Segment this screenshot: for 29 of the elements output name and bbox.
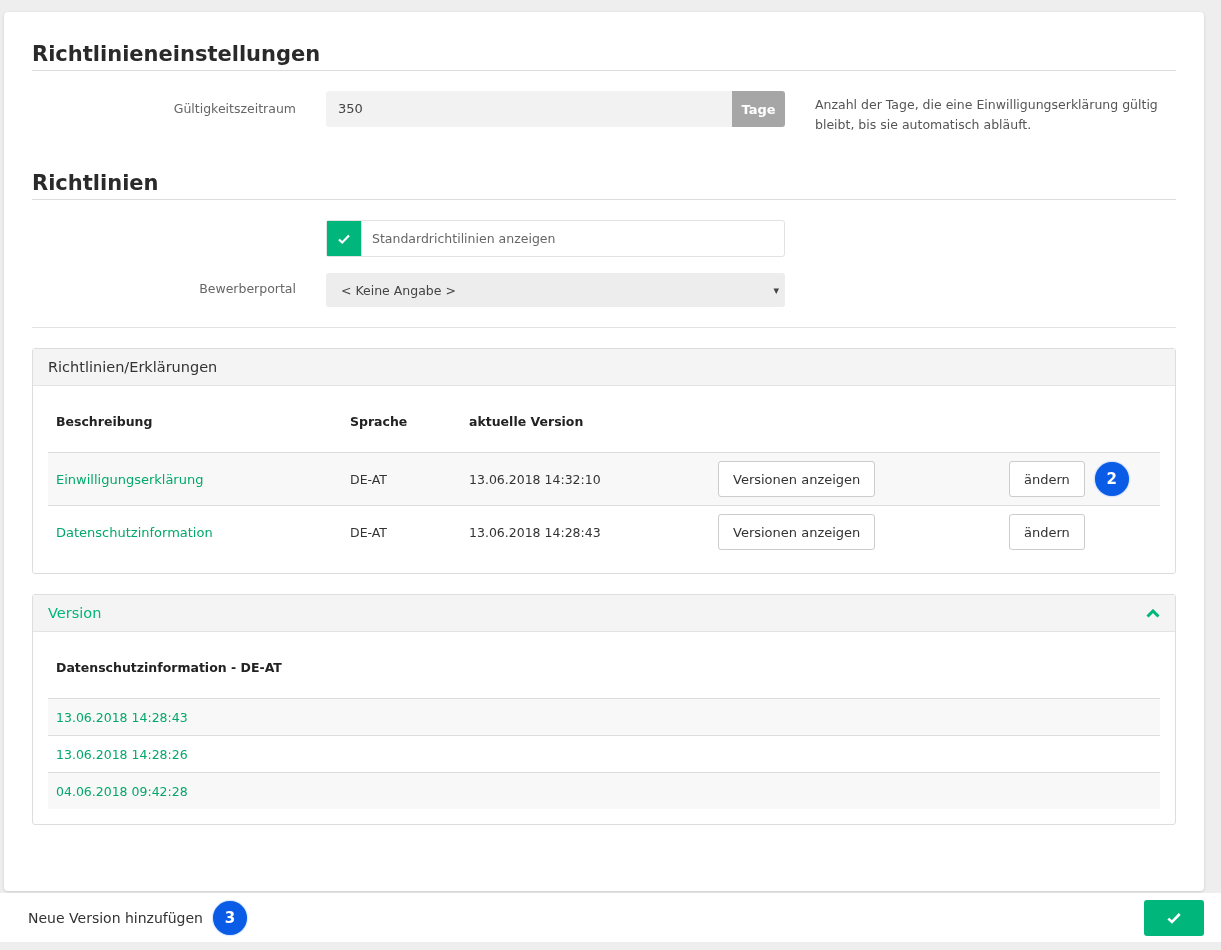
help-text: Anzahl der Tage, die eine Einwilligungserklärung gültig bleibt, bis sie automatisch abläuft.: [815, 96, 1159, 134]
unit-addon: Tage: [732, 91, 785, 127]
confirm-button[interactable]: [1144, 899, 1204, 936]
field-label: Gültigkeitszeitraum: [172, 100, 296, 116]
add-version-label[interactable]: Neue Version hinzufügen: [28, 909, 203, 926]
checkbox-field[interactable]: Standardrichtilinien anzeigen: [326, 220, 785, 257]
section-title: Richtlinieneinstellungen: [32, 42, 1176, 71]
step-badge: 2: [1094, 462, 1129, 496]
select-field[interactable]: < Keine Angabe > ▾: [326, 273, 785, 307]
caret-icon: ▾: [773, 283, 779, 297]
column-header: aktuelle Version: [468, 413, 585, 431]
column-header: Sprache: [349, 413, 409, 431]
table-cell: 13.06.2018 14:32:10: [469, 471, 601, 487]
edit-button[interactable]: ändern: [1009, 461, 1085, 497]
section-title: Richtlinien: [32, 171, 1176, 200]
show-versions-button[interactable]: Versionen anzeigen: [718, 514, 876, 550]
chevron-up-icon[interactable]: [1146, 608, 1160, 618]
show-versions-button[interactable]: Versionen anzeigen: [718, 461, 876, 497]
panel-title: Richtlinien/Erklärungen: [48, 359, 218, 375]
table-cell: DE-AT: [350, 471, 387, 487]
table-cell: DE-AT: [350, 524, 387, 540]
table-cell: 13.06.2018 14:28:43: [469, 524, 601, 540]
input-field[interactable]: 350: [326, 91, 732, 127]
step-badge: 3: [213, 900, 247, 935]
edit-button[interactable]: ändern: [1009, 514, 1085, 550]
version-heading: Datenschutzinformation - DE-AT: [55, 659, 283, 677]
checkbox[interactable]: [327, 221, 362, 256]
column-header: Beschreibung: [55, 413, 154, 431]
field-label: Bewerberportal: [198, 280, 296, 296]
